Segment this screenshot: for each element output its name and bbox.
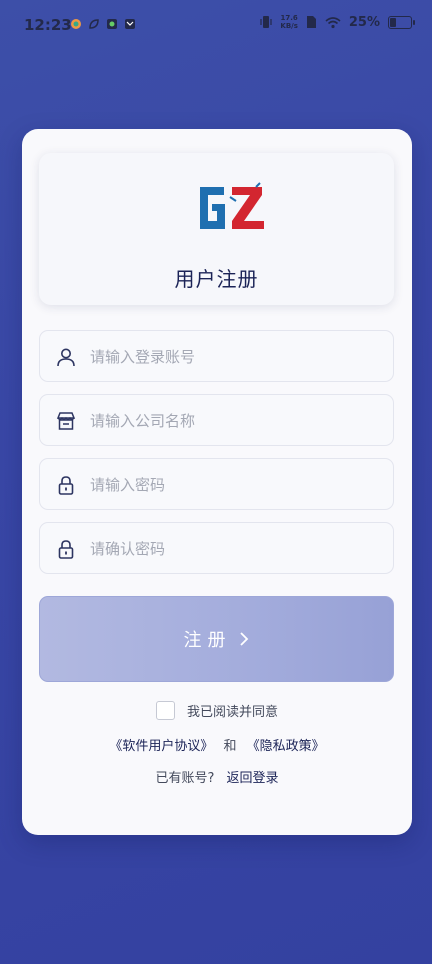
company-field[interactable]	[39, 394, 394, 447]
status-bar: 12:23 17.6 KB/s 25%	[0, 0, 432, 52]
app-notification-icon	[71, 19, 81, 29]
status-right: 17.6 KB/s 25%	[260, 14, 415, 30]
user-agreement-link[interactable]: 《软件用户协议》	[109, 739, 213, 754]
password-input[interactable]	[88, 459, 382, 511]
agree-label: 我已阅读并同意	[186, 705, 278, 720]
agreement-row: 我已阅读并同意	[22, 701, 412, 720]
notification-icons	[70, 18, 136, 30]
lock-icon	[58, 476, 74, 495]
battery-percent: 25%	[348, 14, 380, 30]
status-time: 12:23	[24, 16, 72, 34]
mail-notification-icon	[125, 19, 135, 29]
account-field[interactable]	[39, 330, 394, 383]
user-icon	[57, 348, 75, 367]
confirm-password-field[interactable]	[39, 522, 394, 575]
register-button-label: 注册	[183, 630, 232, 651]
has-account-prompt: 已有账号?	[155, 771, 215, 786]
leaf-notification-icon	[89, 19, 99, 29]
login-row: 已有账号? 返回登录	[22, 767, 412, 786]
policy-row: 《软件用户协议》 和 《隐私政策》	[22, 735, 412, 754]
register-button[interactable]: 注册	[39, 596, 394, 682]
page-title: 用户注册	[174, 267, 259, 291]
account-input[interactable]	[88, 331, 382, 383]
confirm-password-input[interactable]	[88, 523, 382, 575]
wifi-icon	[325, 16, 341, 28]
and-text: 和	[223, 739, 237, 754]
battery-fill	[390, 17, 396, 27]
net-speed: 17.6 KB/s	[280, 14, 297, 30]
lock-icon	[58, 540, 74, 559]
register-card: 用户注册 注册	[22, 129, 412, 835]
vibrate-icon	[260, 16, 272, 28]
image-notification-icon	[107, 19, 117, 29]
battery-icon	[388, 15, 415, 29]
privacy-policy-link[interactable]: 《隐私政策》	[247, 739, 325, 754]
sim-icon	[306, 16, 316, 28]
net-speed-value: 17.6	[280, 14, 298, 22]
company-logo	[200, 182, 264, 229]
password-field[interactable]	[39, 458, 394, 511]
agree-checkbox[interactable]	[155, 701, 175, 720]
back-to-login-link[interactable]: 返回登录	[227, 771, 279, 786]
brand-panel: 用户注册	[39, 153, 394, 305]
company-input[interactable]	[88, 395, 382, 447]
net-speed-unit: KB/s	[280, 22, 298, 30]
chevron-right-icon	[239, 632, 248, 646]
store-icon	[56, 412, 76, 430]
